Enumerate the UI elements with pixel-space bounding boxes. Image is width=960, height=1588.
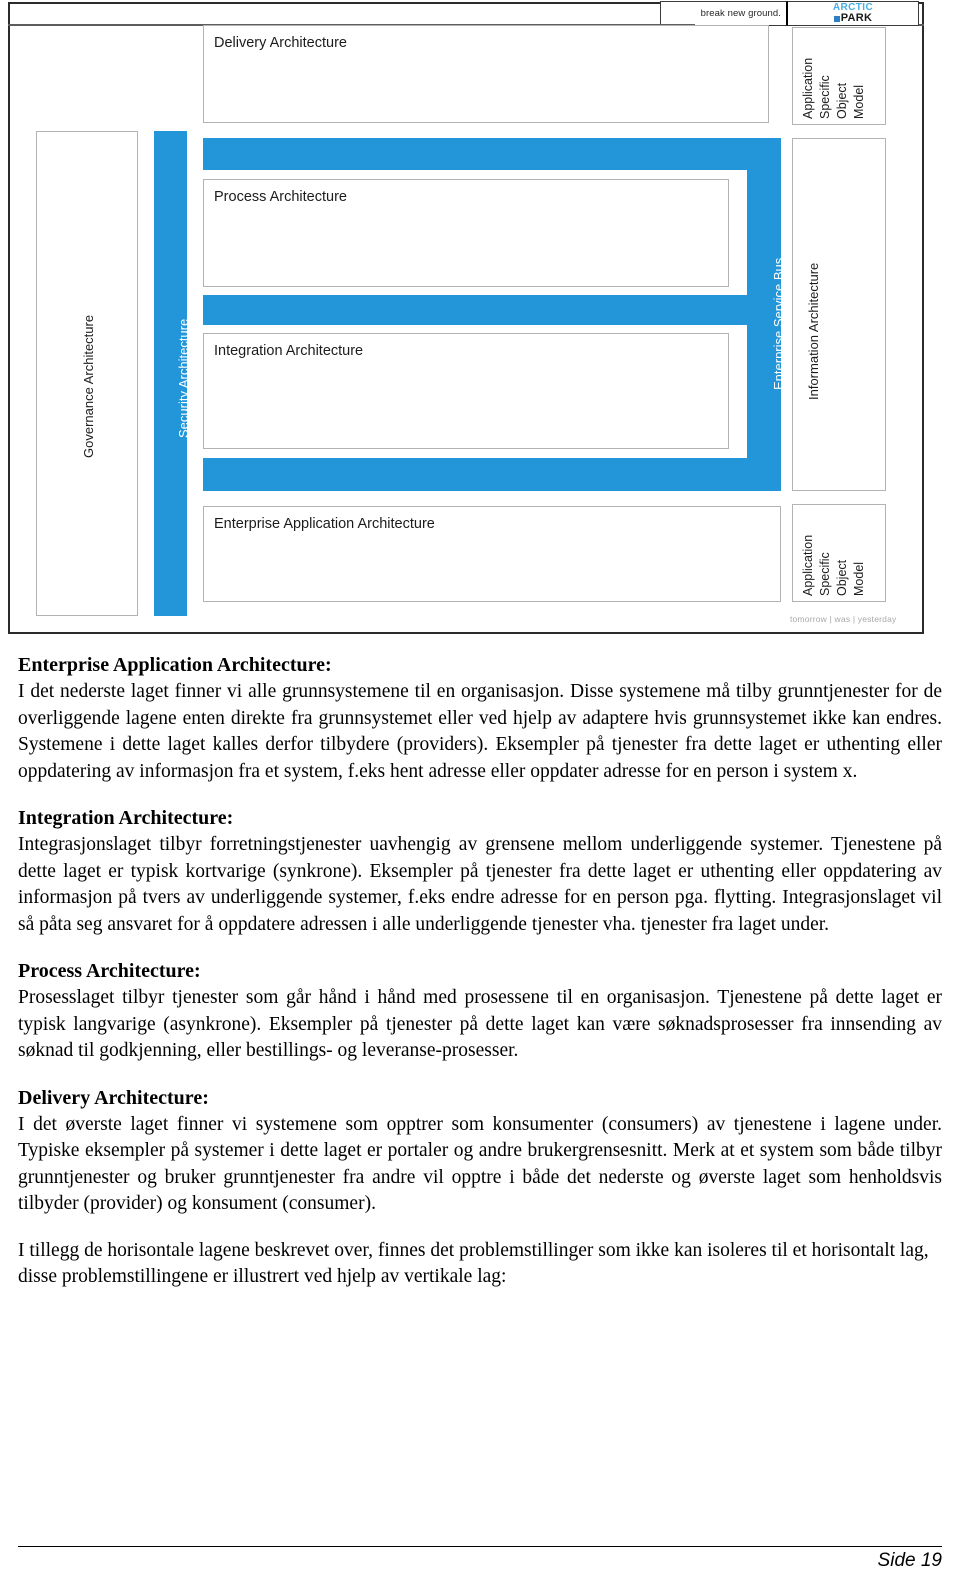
section-delivery-architecture: Delivery Architecture: I det øverste lag… — [18, 1085, 942, 1218]
page-number: Side 19 — [877, 1550, 942, 1571]
object-model-line-4b: Model — [852, 561, 866, 596]
section-closing: I tillegg de horisontale lagene beskreve… — [18, 1238, 942, 1291]
logo-word-park: PARK — [840, 12, 873, 24]
label-enterprise-service-bus: Enterprise Service Bus — [771, 257, 786, 390]
section-heading: Enterprise Application Architecture: — [18, 654, 332, 676]
object-model-line-3b: Object — [835, 559, 849, 596]
section-paragraph: I det nederste laget finner vi alle grun… — [18, 681, 942, 782]
label-governance-architecture: Governance Architecture — [81, 314, 96, 458]
section-process-architecture: Process Architecture: Prosesslaget tilby… — [18, 958, 942, 1065]
section-enterprise-application-architecture: Enterprise Application Architecture: I d… — [18, 652, 942, 785]
box-delivery-architecture: Delivery Architecture — [203, 25, 769, 123]
label-delivery-architecture: Delivery Architecture — [214, 35, 347, 51]
section-heading: Process Architecture: — [18, 960, 201, 982]
document-body: Enterprise Application Architecture: I d… — [18, 652, 942, 1311]
page-footer: Side 19 — [18, 1546, 942, 1572]
box-enterprise-application-architecture: Enterprise Application Architecture — [203, 506, 781, 602]
label-process-architecture: Process Architecture — [214, 189, 347, 205]
architecture-diagram: break new ground. ARCTIC PARK Governance… — [0, 0, 960, 640]
section-paragraph: Prosesslaget tilbyr tjenester som går hå… — [18, 987, 942, 1061]
label-enterprise-application-architecture: Enterprise Application Architecture — [214, 516, 435, 532]
section-integration-architecture: Integration Architecture: Integrasjonsla… — [18, 805, 942, 938]
logo-park-row: PARK — [833, 12, 873, 24]
box-process-architecture: Process Architecture — [203, 179, 729, 287]
object-model-line-1: Application — [801, 57, 815, 119]
figure-header-band: break new ground. ARCTIC PARK — [660, 1, 919, 26]
section-paragraph: Integrasjonslaget tilbyr forretningstjen… — [18, 834, 942, 935]
object-model-line-2: Specific — [818, 75, 832, 119]
object-model-line-1b: Application — [801, 534, 815, 596]
label-integration-architecture: Integration Architecture — [214, 343, 364, 359]
object-model-line-4: Model — [852, 84, 866, 119]
label-security-architecture: Security Architecture — [176, 318, 191, 438]
label-object-model-bottom: Application Specific Object Model — [800, 535, 868, 596]
logo-square-icon — [833, 15, 840, 22]
footer-rule — [18, 1546, 942, 1547]
figure-footer-tagline: tomorrow | was | yesterday — [790, 614, 897, 624]
object-model-line-2b: Specific — [818, 552, 832, 596]
arctic-park-logo: ARCTIC PARK — [788, 1, 919, 26]
box-integration-architecture: Integration Architecture — [203, 333, 729, 449]
blue-bar-above-enterprise-application — [203, 459, 781, 491]
closing-paragraph: I tillegg de horisontale lagene beskreve… — [18, 1239, 929, 1288]
object-model-line-3: Object — [835, 82, 849, 119]
company-tagline: break new ground. — [660, 1, 788, 26]
label-object-model-top: Application Specific Object Model — [800, 58, 868, 119]
section-heading: Integration Architecture: — [18, 807, 234, 829]
section-heading: Delivery Architecture: — [18, 1086, 209, 1109]
label-information-architecture: Information Architecture — [806, 262, 821, 400]
section-paragraph: I det øverste laget finner vi systemene … — [18, 1113, 942, 1215]
